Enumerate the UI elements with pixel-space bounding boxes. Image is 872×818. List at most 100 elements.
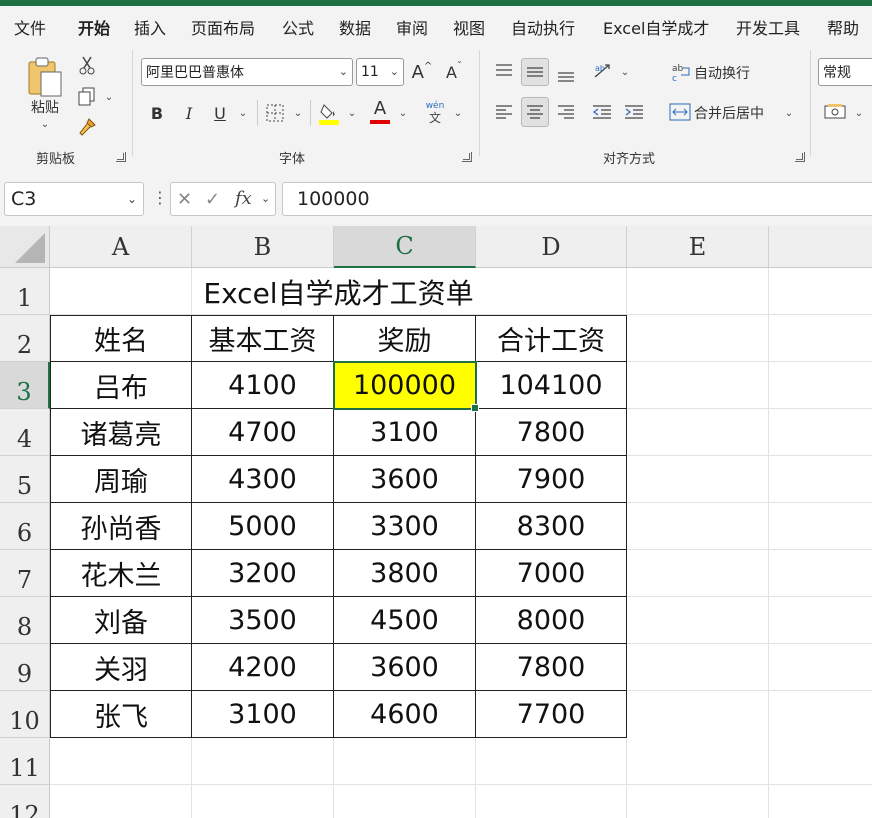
table-cell-selected[interactable]: 100000 [334,362,476,409]
table-cell[interactable]: 3800 [334,550,476,597]
row-header-3[interactable]: 3 [0,362,50,409]
underline-dropdown-icon[interactable]: ⌄ [236,105,250,121]
select-all-button[interactable] [0,226,50,268]
table-cell[interactable]: 3600 [334,456,476,503]
format-painter-icon[interactable] [76,116,98,138]
row-header-12[interactable]: 12 [0,785,50,818]
table-cell[interactable]: 孙尚香 [50,503,192,550]
align-top-icon[interactable] [491,58,517,84]
enter-icon[interactable]: ✓ [205,189,220,210]
table-cell[interactable]: 3100 [192,691,334,738]
tab-insert[interactable]: 插入 [134,15,166,39]
row-header-7[interactable]: 7 [0,550,50,597]
tab-file[interactable]: 文件 [14,15,46,39]
align-bottom-icon[interactable] [553,62,579,88]
table-cell[interactable]: 张飞 [50,691,192,738]
name-box[interactable]: C3 ⌄ [4,182,144,216]
copy-dropdown-icon[interactable]: ⌄ [102,90,116,104]
cut-icon[interactable] [76,54,98,76]
tab-developer[interactable]: 开发工具 [736,15,800,39]
table-cell[interactable]: 吕布 [50,362,192,409]
font-color-dropdown-icon[interactable]: ⌄ [396,105,410,121]
font-launcher-icon[interactable] [462,152,472,162]
table-cell[interactable]: 5000 [192,503,334,550]
align-center-icon[interactable] [521,97,549,127]
formula-input[interactable]: 100000 [282,182,872,216]
fill-color-dropdown-icon[interactable]: ⌄ [345,105,359,121]
borders-icon[interactable] [263,101,287,125]
table-cell[interactable]: 4200 [192,644,334,691]
alignment-launcher-icon[interactable] [795,152,805,162]
row-header-11[interactable]: 11 [0,738,50,785]
paste-dropdown-icon[interactable]: ⌄ [38,118,52,130]
font-name-select[interactable]: 阿里巴巴普惠体 ⌄ [141,58,353,86]
column-header-f[interactable] [769,226,872,268]
tab-data[interactable]: 数据 [339,15,371,39]
tab-view[interactable]: 视图 [453,15,485,39]
column-header-e[interactable]: E [627,226,769,268]
align-middle-icon[interactable] [521,58,549,86]
orientation-dropdown-icon[interactable]: ⌄ [618,64,632,80]
tab-automate[interactable]: 自动执行 [511,15,575,39]
more-options-icon[interactable]: ⋮ [152,188,168,207]
merge-center-icon[interactable] [668,100,692,124]
tab-review[interactable]: 审阅 [396,15,428,39]
copy-icon[interactable] [76,86,98,108]
accounting-dropdown-icon[interactable]: ⌄ [852,105,866,121]
header-cell-base-salary[interactable]: 基本工资 [192,315,334,362]
table-cell[interactable]: 周瑜 [50,456,192,503]
tab-home[interactable]: 开始 [78,15,110,47]
merge-dropdown-icon[interactable]: ⌄ [782,105,796,121]
header-cell-bonus[interactable]: 奖励 [334,315,476,362]
orientation-icon[interactable]: ab [590,58,616,84]
fill-color-icon[interactable] [317,100,341,126]
grow-font-button[interactable]: A ^ [410,59,434,85]
table-cell[interactable]: 7800 [476,644,627,691]
row-header-4[interactable]: 4 [0,409,50,456]
tab-help[interactable]: 帮助 [827,15,859,39]
row-header-2[interactable]: 2 [0,315,50,362]
table-cell[interactable]: 3500 [192,597,334,644]
table-cell[interactable]: 3300 [334,503,476,550]
align-right-icon[interactable] [553,98,579,126]
table-cell[interactable]: 4500 [334,597,476,644]
wrap-text-icon[interactable]: ab c [670,60,692,84]
tab-excel-zixue[interactable]: Excel自学成才 [603,15,709,39]
column-header-c[interactable]: C [334,226,476,268]
row-header-10[interactable]: 10 [0,691,50,738]
borders-dropdown-icon[interactable]: ⌄ [291,105,305,121]
column-header-b[interactable]: B [192,226,334,268]
table-cell[interactable]: 104100 [476,362,627,409]
table-cell[interactable]: 3200 [192,550,334,597]
row-header-9[interactable]: 9 [0,644,50,691]
table-cell[interactable]: 8000 [476,597,627,644]
sheet-title[interactable]: Excel自学成才工资单 [50,268,627,315]
table-cell[interactable]: 7700 [476,691,627,738]
decrease-indent-icon[interactable] [589,98,615,126]
accounting-format-icon[interactable] [822,100,848,124]
row-header-1[interactable]: 1 [0,268,50,315]
table-cell[interactable]: 关羽 [50,644,192,691]
bold-button[interactable]: B [146,100,168,126]
tab-formulas[interactable]: 公式 [282,15,314,39]
clipboard-launcher-icon[interactable] [116,152,126,162]
table-cell[interactable]: 8300 [476,503,627,550]
header-cell-name[interactable]: 姓名 [50,315,192,362]
phonetic-dropdown-icon[interactable]: ⌄ [451,105,465,121]
font-color-button[interactable]: A [368,98,392,126]
increase-indent-icon[interactable] [621,98,647,126]
table-cell[interactable]: 7800 [476,409,627,456]
header-cell-total[interactable]: 合计工资 [476,315,627,362]
font-size-select[interactable]: 11 ⌄ [356,58,404,86]
paste-button[interactable]: 粘贴 [22,96,68,118]
number-format-select[interactable]: 常规 [818,58,872,86]
cancel-icon[interactable]: ✕ [177,189,192,210]
table-cell[interactable]: 花木兰 [50,550,192,597]
table-cell[interactable]: 4600 [334,691,476,738]
align-left-icon[interactable] [491,98,517,126]
shrink-font-button[interactable]: Aˇ [442,59,466,85]
column-header-d[interactable]: D [476,226,627,268]
table-cell[interactable]: 诸葛亮 [50,409,192,456]
table-cell[interactable]: 3600 [334,644,476,691]
table-cell[interactable]: 7000 [476,550,627,597]
